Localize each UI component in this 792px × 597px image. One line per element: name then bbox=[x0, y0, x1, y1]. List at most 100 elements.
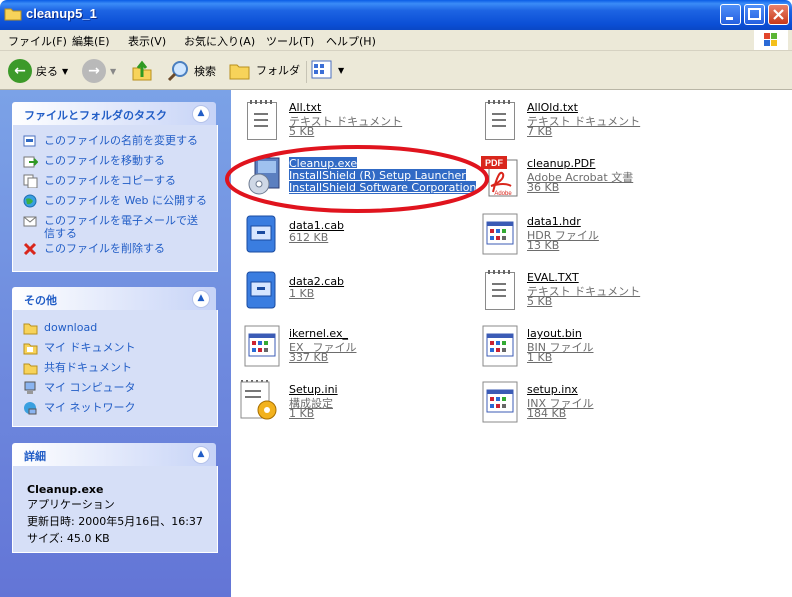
windows-logo bbox=[754, 30, 788, 50]
file-folder-tasks-header[interactable]: ファイルとフォルダのタスク ▲ bbox=[12, 102, 216, 125]
file-item[interactable]: data1.cab 612 KB bbox=[241, 212, 461, 260]
toolbar: ← 戻る ▼ → ▼ 検索 フォルダ ▼ bbox=[0, 51, 792, 90]
place-shared-documents[interactable]: 共有ドキュメント bbox=[23, 361, 132, 375]
network-icon bbox=[24, 402, 37, 415]
task-label: このファイルを電子メールで送信する bbox=[44, 214, 198, 240]
place-label: 共有ドキュメント bbox=[44, 361, 132, 374]
maximize-icon bbox=[748, 8, 761, 20]
file-item[interactable]: setup.inx INX ファイル 184 KB bbox=[479, 380, 699, 428]
collapse-icon[interactable]: ▲ bbox=[192, 446, 210, 464]
detail-modified: 更新日時: 2000年5月16日、16:37 bbox=[27, 515, 203, 528]
place-my-documents[interactable]: マイ ドキュメント bbox=[23, 341, 136, 355]
config-file-icon bbox=[237, 378, 281, 424]
task-pane: ファイルとフォルダのタスク ▲ このファイルの名前を変更する このファイルを移動… bbox=[0, 90, 231, 597]
file-item[interactable]: Setup.ini 構成設定 1 KB bbox=[237, 378, 457, 428]
folders-icon bbox=[229, 64, 250, 80]
menu-tools[interactable]: ツール(T) bbox=[266, 33, 314, 49]
generic-file-icon bbox=[479, 380, 523, 424]
file-item[interactable]: data2.cab 1 KB bbox=[241, 268, 461, 316]
file-size: 36 KB bbox=[527, 181, 560, 194]
file-size: 1 KB bbox=[289, 407, 315, 420]
forward-button[interactable]: → ▼ bbox=[82, 59, 116, 83]
task-email[interactable]: このファイルを電子メールで送信する bbox=[23, 214, 198, 240]
menu-edit[interactable]: 編集(E) bbox=[72, 33, 110, 49]
file-size: 1 KB bbox=[527, 351, 553, 364]
menu-help[interactable]: ヘルプ(H) bbox=[326, 33, 376, 49]
panel-title: ファイルとフォルダのタスク bbox=[24, 109, 167, 122]
minimize-button[interactable] bbox=[720, 4, 741, 25]
task-label: このファイルを移動する bbox=[44, 154, 165, 167]
collapse-icon[interactable]: ▲ bbox=[192, 105, 210, 123]
other-places-header[interactable]: その他 ▲ bbox=[12, 287, 216, 310]
file-item-selected[interactable]: Cleanup.exe InstallShield (R) Setup Laun… bbox=[241, 154, 477, 202]
task-label: このファイルを削除する bbox=[44, 242, 165, 255]
file-item[interactable]: ikernel.ex_ EX_ ファイル 337 KB bbox=[241, 324, 461, 372]
file-list-area[interactable]: All.txt テキスト ドキュメント 5 KB AllOld.txt テキスト… bbox=[225, 90, 792, 597]
place-label: マイ ドキュメント bbox=[44, 341, 136, 354]
back-label: 戻る bbox=[36, 65, 58, 78]
task-publish-web[interactable]: このファイルを Web に公開する bbox=[23, 194, 207, 208]
close-button[interactable] bbox=[768, 4, 789, 25]
place-download[interactable]: download bbox=[23, 321, 97, 335]
task-move[interactable]: このファイルを移動する bbox=[23, 154, 165, 168]
file-item[interactable]: AllOld.txt テキスト ドキュメント 7 KB bbox=[479, 98, 699, 146]
file-folder-tasks-panel: このファイルの名前を変更する このファイルを移動する このファイルをコピーする … bbox=[12, 125, 218, 272]
folders-label: フォルダ bbox=[256, 64, 300, 77]
menu-favorites[interactable]: お気に入り(A) bbox=[184, 33, 255, 49]
file-item[interactable]: EVAL.TXT テキスト ドキュメント 5 KB bbox=[479, 268, 699, 316]
cabinet-icon bbox=[241, 212, 285, 256]
file-item[interactable]: layout.bin BIN ファイル 1 KB bbox=[479, 324, 699, 372]
menu-file[interactable]: ファイル(F) bbox=[8, 33, 67, 49]
text-document-icon bbox=[479, 268, 523, 312]
detail-type: アプリケーション bbox=[27, 498, 115, 511]
place-my-computer[interactable]: マイ コンピュータ bbox=[23, 381, 136, 395]
svg-text:Adobe: Adobe bbox=[494, 191, 512, 197]
place-label: マイ コンピュータ bbox=[44, 381, 136, 394]
collapse-icon[interactable]: ▲ bbox=[192, 290, 210, 308]
title-bar[interactable] bbox=[0, 0, 792, 30]
file-item[interactable]: PDF Adobe cleanup.PDF Adobe Acrobat 文書 3… bbox=[479, 154, 699, 202]
folder-icon bbox=[23, 323, 38, 335]
file-company: InstallShield Software Corporation bbox=[289, 181, 477, 194]
window-title: cleanup5_1 bbox=[26, 6, 97, 21]
shared-folder-icon bbox=[23, 363, 38, 375]
dropdown-arrow-icon[interactable]: ▼ bbox=[110, 67, 116, 76]
minimize-icon bbox=[726, 17, 733, 20]
folder-icon bbox=[4, 8, 22, 21]
back-button[interactable]: ← 戻る ▼ bbox=[8, 59, 68, 83]
panel-title: その他 bbox=[24, 294, 57, 307]
delete-icon bbox=[23, 242, 37, 256]
place-my-network[interactable]: マイ ネットワーク bbox=[23, 401, 136, 415]
task-label: このファイルの名前を変更する bbox=[44, 134, 198, 147]
text-document-icon bbox=[241, 98, 285, 142]
folders-button[interactable]: フォルダ bbox=[228, 59, 300, 81]
email-icon bbox=[23, 216, 37, 227]
back-arrow-icon: ← bbox=[8, 59, 32, 83]
up-folder-button[interactable] bbox=[130, 59, 154, 83]
details-panel: Cleanup.exe アプリケーション 更新日時: 2000年5月16日、16… bbox=[12, 466, 218, 553]
file-size: 7 KB bbox=[527, 125, 553, 138]
file-size: 337 KB bbox=[289, 351, 329, 364]
file-size: 612 KB bbox=[289, 231, 329, 244]
file-size: 1 KB bbox=[289, 287, 315, 300]
file-size: 184 KB bbox=[527, 407, 567, 420]
file-size: 5 KB bbox=[527, 295, 553, 308]
file-item[interactable]: data1.hdr HDR ファイル 13 KB bbox=[479, 212, 699, 260]
menu-view[interactable]: 表示(V) bbox=[128, 33, 166, 49]
task-copy[interactable]: このファイルをコピーする bbox=[23, 174, 176, 188]
maximize-button[interactable] bbox=[744, 4, 765, 25]
details-header[interactable]: 詳細 ▲ bbox=[12, 443, 216, 466]
close-icon bbox=[773, 9, 784, 20]
generic-file-icon bbox=[241, 324, 285, 368]
search-button[interactable]: 検索 bbox=[166, 59, 216, 83]
installer-icon bbox=[241, 154, 285, 198]
views-button[interactable]: ▼ bbox=[310, 59, 344, 81]
rename-icon bbox=[23, 135, 36, 147]
task-rename[interactable]: このファイルの名前を変更する bbox=[23, 134, 198, 148]
dropdown-arrow-icon[interactable]: ▼ bbox=[62, 67, 68, 76]
file-item[interactable]: All.txt テキスト ドキュメント 5 KB bbox=[241, 98, 461, 146]
globe-icon bbox=[23, 194, 37, 208]
task-delete[interactable]: このファイルを削除する bbox=[23, 242, 165, 256]
panel-title: 詳細 bbox=[24, 450, 46, 463]
menu-bar: ファイル(F) 編集(E) 表示(V) お気に入り(A) ツール(T) ヘルプ(… bbox=[0, 30, 792, 51]
